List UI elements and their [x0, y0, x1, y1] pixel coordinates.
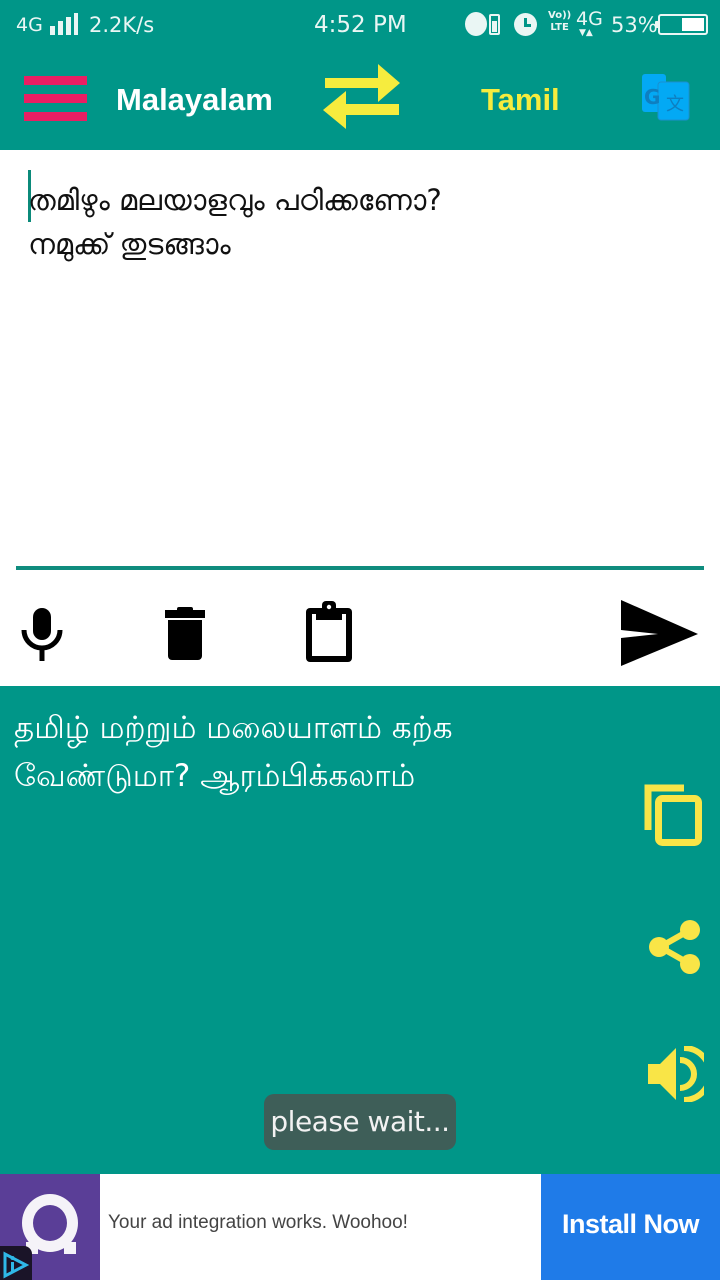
svg-text:G: G: [644, 85, 660, 109]
microphone-icon[interactable]: [20, 606, 64, 662]
battery-icon: [655, 14, 708, 35]
menu-icon[interactable]: [24, 76, 87, 121]
translated-text: தமிழ் மற்றும் மலையாளம் கற்க வேண்டுமா? ஆர…: [14, 710, 453, 794]
signal-icon: [50, 13, 78, 35]
clock: 4:52 PM: [314, 12, 407, 38]
source-input-area[interactable]: തമിഴും മലയാളവും പഠിക്കണോ? നമുക്ക് തുടങ്ങ…: [0, 150, 720, 686]
network-type: 4G: [16, 14, 43, 36]
volte-bottom: LTE: [550, 22, 569, 33]
volte-top: Vo)): [548, 10, 572, 21]
source-text-input[interactable]: തമിഴും മലയാളവും പഠിക്കണോ? നമുക്ക് തുടങ്ങ…: [28, 178, 698, 266]
google-translate-icon[interactable]: G 文: [640, 72, 692, 124]
paste-clipboard-icon[interactable]: [302, 600, 356, 664]
bluetooth-icon: ᛒ: [465, 12, 487, 36]
alarm-icon: [514, 13, 537, 36]
loading-toast: please wait...: [264, 1094, 456, 1150]
share-icon[interactable]: [646, 918, 704, 976]
data-speed: 2.2K/s: [89, 13, 155, 37]
swap-languages-icon[interactable]: [322, 64, 402, 132]
copy-icon[interactable]: [644, 784, 704, 848]
network-4g: 4G: [576, 8, 603, 30]
translation-output-area: தமிழ் மற்றும் மலையாளம் கற்க வேண்டுமா? ஆர…: [0, 686, 720, 1174]
install-now-button[interactable]: Install Now: [541, 1174, 720, 1280]
volte-icon: Vo)) LTE: [548, 10, 571, 34]
ad-logo-feet: [26, 1242, 76, 1254]
data-activity-icon: ▼▲: [579, 28, 593, 38]
status-bar: 4G 2.2K/s 4:52 PM ᛒ Vo)) LTE 4G ▼▲ 53%: [0, 0, 720, 50]
battery-percent: 53%: [611, 13, 658, 37]
app-bar: Malayalam Tamil G 文: [0, 50, 720, 150]
battery-fill: [681, 18, 704, 31]
translate-send-icon[interactable]: [618, 598, 700, 668]
ad-logo: [0, 1174, 100, 1280]
device-battery-icon: [489, 14, 500, 35]
source-language-selector[interactable]: Malayalam: [116, 80, 273, 120]
ad-text: Your ad integration works. Woohoo!: [108, 1212, 408, 1233]
delete-icon[interactable]: [162, 606, 208, 662]
svg-text:文: 文: [666, 94, 684, 115]
ad-choices-icon[interactable]: [0, 1246, 32, 1280]
speaker-icon[interactable]: [646, 1045, 713, 1103]
input-underline: [16, 566, 704, 570]
translator-screen: 4G 2.2K/s 4:52 PM ᛒ Vo)) LTE 4G ▼▲ 53% Ma…: [0, 0, 720, 1280]
ad-banner[interactable]: Your ad integration works. Woohoo! Insta…: [0, 1174, 720, 1280]
target-language-selector[interactable]: Tamil: [481, 80, 560, 120]
